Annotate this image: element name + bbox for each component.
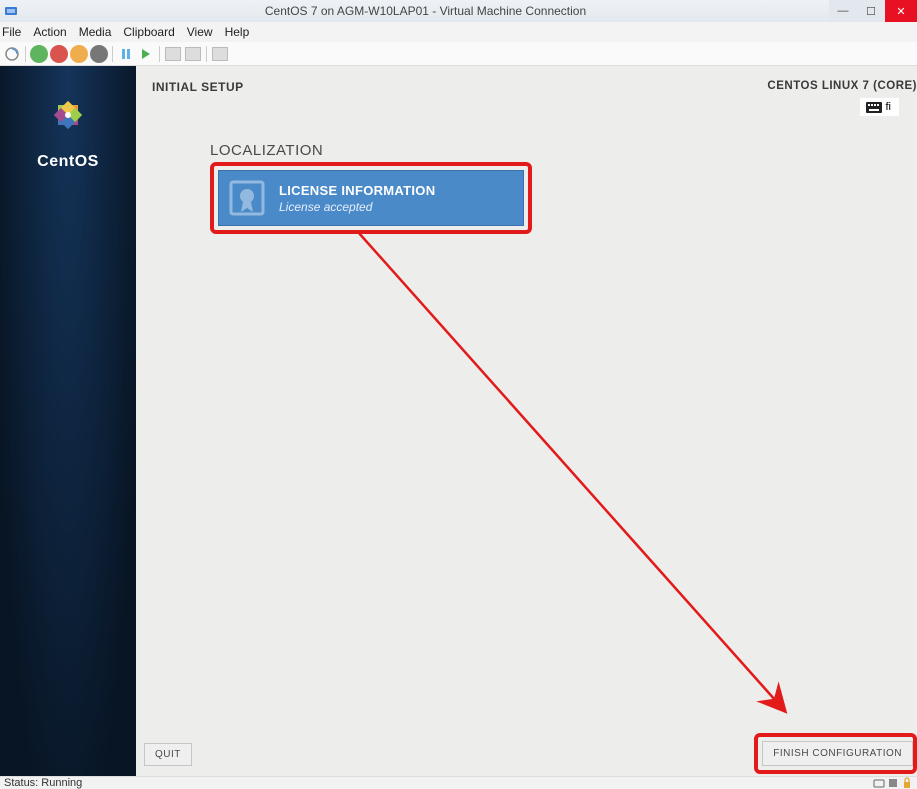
minimize-button[interactable]: — [829,0,857,22]
tile-text: LICENSE INFORMATION License accepted [279,183,435,214]
menu-file[interactable]: File [2,25,21,39]
keyboard-layout-value: fi [886,101,892,113]
status-bar: Status: Running [0,776,917,789]
tile-title: LICENSE INFORMATION [279,183,435,198]
pause-icon[interactable] [117,45,135,63]
main-panel: INITIAL SETUP CENTOS LINUX 7 (CORE) fi L… [136,66,917,776]
distro-label: CENTOS LINUX 7 (CORE) [767,80,917,92]
license-information-tile[interactable]: LICENSE INFORMATION License accepted [218,170,524,226]
centos-logo-icon [43,90,93,145]
menu-help[interactable]: Help [225,25,250,39]
maximize-button[interactable]: ☐ [857,0,885,22]
window-buttons: — ☐ ✕ [829,0,917,22]
ctrl-alt-del-icon[interactable] [3,45,21,63]
shut-down-icon[interactable] [70,45,88,63]
section-title-localization: LOCALIZATION [210,142,323,159]
start-icon[interactable] [30,45,48,63]
menu-clipboard[interactable]: Clipboard [123,25,174,39]
finish-configuration-button[interactable]: FINISH CONFIGURATION [762,741,913,766]
window-title: CentOS 7 on AGM-W10LAP01 - Virtual Machi… [22,4,829,18]
app-icon [0,5,22,17]
status-device-icon [887,777,899,789]
checkpoint-icon[interactable] [165,47,181,61]
menu-view[interactable]: View [187,25,213,39]
menubar: File Action Media Clipboard View Help [0,22,917,42]
separator [206,46,207,62]
separator [25,46,26,62]
turn-off-icon[interactable] [50,45,68,63]
sidebar: CentOS [0,66,136,776]
separator [112,46,113,62]
enhanced-session-icon[interactable] [212,47,228,61]
client-area: CentOS INITIAL SETUP CENTOS LINUX 7 (COR… [0,66,917,776]
page-title: INITIAL SETUP [152,80,244,94]
tile-subtitle: License accepted [279,200,435,214]
toolbar [0,42,917,66]
status-text: Status: Running [4,777,82,789]
annotation-box-finish: FINISH CONFIGURATION [754,733,917,774]
titlebar: CentOS 7 on AGM-W10LAP01 - Virtual Machi… [0,0,917,22]
save-icon[interactable] [90,45,108,63]
menu-media[interactable]: Media [79,25,112,39]
annotation-box-license: LICENSE INFORMATION License accepted [210,162,532,234]
menu-action[interactable]: Action [33,25,66,39]
revert-icon[interactable] [185,47,201,61]
separator [159,46,160,62]
sidebar-brand: CentOS [37,153,99,171]
keyboard-icon [866,102,882,113]
status-lock-icon [901,777,913,789]
close-button[interactable]: ✕ [885,0,917,22]
quit-button[interactable]: QUIT [144,743,192,766]
reset-icon[interactable] [137,45,155,63]
window: CentOS 7 on AGM-W10LAP01 - Virtual Machi… [0,0,917,789]
certificate-icon [225,176,269,220]
status-network-icon [873,777,885,789]
keyboard-layout-selector[interactable]: fi [860,98,900,116]
